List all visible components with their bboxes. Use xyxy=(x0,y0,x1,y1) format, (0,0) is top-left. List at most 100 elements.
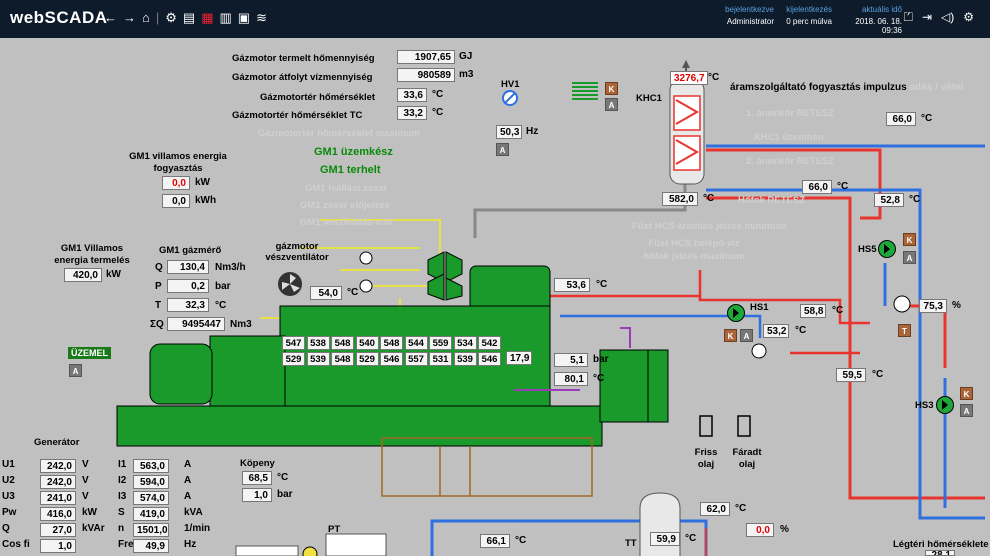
oil-temp-unit: °C xyxy=(593,373,605,384)
water-flow-value[interactable]: 980589 xyxy=(397,68,455,82)
engine-auto-button[interactable]: A xyxy=(69,364,82,377)
fan-icon[interactable] xyxy=(278,272,302,296)
heat-lock-temp[interactable]: 52,8 xyxy=(874,193,904,207)
gen-value-q[interactable]: 27,0 xyxy=(40,523,76,537)
gear-icon[interactable]: ⚙ xyxy=(963,10,974,25)
gas-q-label: Q xyxy=(155,262,163,273)
gen-label-i2: I2 xyxy=(118,475,127,486)
gas-sq-value[interactable]: 9495447 xyxy=(167,317,225,331)
exhaust-temp-value[interactable]: 53,6 xyxy=(554,278,590,292)
hs3-pump-icon[interactable] xyxy=(936,396,954,414)
back-icon[interactable]: ← xyxy=(104,10,117,26)
hs1-temp2[interactable]: 53,2 xyxy=(763,324,789,338)
hs1-pump-icon[interactable] xyxy=(727,304,745,322)
wifi-icon[interactable]: ≋ xyxy=(256,10,267,26)
cylinder-temp-cell[interactable]: 529 xyxy=(355,352,379,366)
lower-temp-b[interactable]: 59,9 xyxy=(650,532,680,546)
cylinder-temp-cell[interactable]: 539 xyxy=(306,352,330,366)
hs5-pump-icon[interactable] xyxy=(878,240,896,258)
gen-value-i2[interactable]: 594,0 xyxy=(133,475,169,489)
khc1-bottom-temp[interactable]: 582,0 xyxy=(662,192,698,206)
cylinder-temp-cell[interactable]: 546 xyxy=(478,352,501,366)
cylinder-temp-cell[interactable]: 534 xyxy=(453,336,477,350)
lower-temp-a[interactable]: 66,1 xyxy=(480,534,510,548)
hs1-k-button[interactable]: K xyxy=(724,329,737,342)
hs1-temp1[interactable]: 58,8 xyxy=(800,304,826,318)
forward-icon[interactable]: → xyxy=(123,10,136,26)
hs5-k-button[interactable]: K xyxy=(903,233,916,246)
gm1-consumption-kwh[interactable]: 0,0 xyxy=(162,194,190,208)
gas-p-value[interactable]: 0,2 xyxy=(167,279,209,293)
gm1-production-value[interactable]: 420,0 xyxy=(64,268,102,282)
hs3-k-button[interactable]: K xyxy=(960,387,973,400)
heat-energy-value[interactable]: 1907,65 xyxy=(397,50,455,64)
cylinder-temp-cell[interactable]: 546 xyxy=(380,352,403,366)
cylinder-temp-cell[interactable]: 529 xyxy=(282,352,305,366)
cylinder-temp-cell[interactable]: 559 xyxy=(429,336,452,350)
cylinder-temp-cell[interactable]: 548 xyxy=(331,336,354,350)
gen-value-u2[interactable]: 242,0 xyxy=(40,475,76,489)
cylinder-temp-cell[interactable]: 539 xyxy=(453,352,477,366)
gas-t-value[interactable]: 32,3 xyxy=(167,298,209,312)
cylinder-temp-cell[interactable]: 548 xyxy=(380,336,403,350)
sound-icon[interactable]: ◁) xyxy=(941,10,954,25)
khc1-top-temp[interactable]: 3276,7 xyxy=(670,71,708,85)
alarm-icon[interactable]: ▦ xyxy=(201,10,213,26)
hs5-a-button[interactable]: A xyxy=(903,251,916,264)
gm1-consumption-kw[interactable]: 0,0 xyxy=(162,176,190,190)
logout-timer: kijelentkezés 0 perc múlva xyxy=(782,5,832,26)
jacket-pressure[interactable]: 1,0 xyxy=(242,488,272,502)
cylinder-temp-cell[interactable]: 542 xyxy=(478,336,501,350)
hcs-min: Fűst HCS áramlás jelzés minimum xyxy=(632,221,787,232)
list-icon[interactable]: ▤ xyxy=(183,10,195,26)
lower-valve-value[interactable]: 0,0 xyxy=(746,523,774,537)
gen-value-n[interactable]: 1501,0 xyxy=(133,523,169,537)
gas-p-unit: bar xyxy=(215,281,231,292)
heater-k-button[interactable]: K xyxy=(605,82,618,95)
engine-extra-value[interactable]: 17,9 xyxy=(506,351,532,365)
chart-icon[interactable]: ▥ xyxy=(220,10,232,26)
gen-value-u3[interactable]: 241,0 xyxy=(40,491,76,505)
gen-value-i3[interactable]: 574,0 xyxy=(133,491,169,505)
hs5-temp[interactable]: 59,5 xyxy=(836,368,866,382)
hs1-a-button[interactable]: A xyxy=(740,329,753,342)
gen-value-freq[interactable]: 49,9 xyxy=(133,539,169,553)
grid-icon[interactable]: ▣ xyxy=(238,10,250,26)
gen-value-i1[interactable]: 563,0 xyxy=(133,459,169,473)
lower-temp-c[interactable]: 62,0 xyxy=(700,502,730,516)
cylinder-temp-cell[interactable]: 548 xyxy=(331,352,354,366)
room-tc-value[interactable]: 33,2 xyxy=(397,106,427,120)
gen-value-pw[interactable]: 416,0 xyxy=(40,507,76,521)
circuit2-temp[interactable]: 66,0 xyxy=(802,180,832,194)
outdoor-temp-value[interactable]: 28,1 xyxy=(925,550,955,556)
intake-temp-value[interactable]: 54,0 xyxy=(310,286,342,300)
lower-temp-c-unit: °C xyxy=(735,503,747,514)
home-icon[interactable]: ⌂ xyxy=(142,10,150,26)
heater-a-button[interactable]: A xyxy=(605,98,618,111)
toolbar-icons: ← → ⌂ | ⚙ ▤ ▦ ▥ ▣ ≋ xyxy=(104,10,267,26)
logout-icon[interactable]: ⇥ xyxy=(922,10,932,25)
user-icon[interactable]: ⏍ xyxy=(904,10,913,25)
hv1-value[interactable]: 50,3 xyxy=(496,125,522,139)
cylinder-temp-cell[interactable]: 540 xyxy=(355,336,379,350)
lower-temp-a-unit: °C xyxy=(515,535,527,546)
gen-value-cosfi[interactable]: 1,0 xyxy=(40,539,76,553)
hs3-a-button[interactable]: A xyxy=(960,404,973,417)
circuit1-temp[interactable]: 66,0 xyxy=(886,112,916,126)
oil-pressure-value[interactable]: 5,1 xyxy=(554,353,588,367)
cylinder-temp-cell[interactable]: 544 xyxy=(404,336,428,350)
room-temp-value[interactable]: 33,6 xyxy=(397,88,427,102)
cylinder-temp-cell[interactable]: 531 xyxy=(429,352,452,366)
cylinder-temp-cell[interactable]: 538 xyxy=(306,336,330,350)
gen-value-u1[interactable]: 242,0 xyxy=(40,459,76,473)
gen-value-s[interactable]: 419,0 xyxy=(133,507,169,521)
gas-q-value[interactable]: 130,4 xyxy=(167,260,209,274)
jacket-temp[interactable]: 68,5 xyxy=(242,471,272,485)
hv1-auto-button[interactable]: A xyxy=(496,143,509,156)
hs5-valve-value[interactable]: 75,3 xyxy=(919,299,947,313)
hs5-t-button[interactable]: T xyxy=(898,324,911,337)
settings-icon[interactable]: ⚙ xyxy=(165,10,177,26)
oil-temp-value[interactable]: 80,1 xyxy=(554,372,588,386)
cylinder-temp-cell[interactable]: 547 xyxy=(282,336,305,350)
cylinder-temp-cell[interactable]: 557 xyxy=(404,352,428,366)
